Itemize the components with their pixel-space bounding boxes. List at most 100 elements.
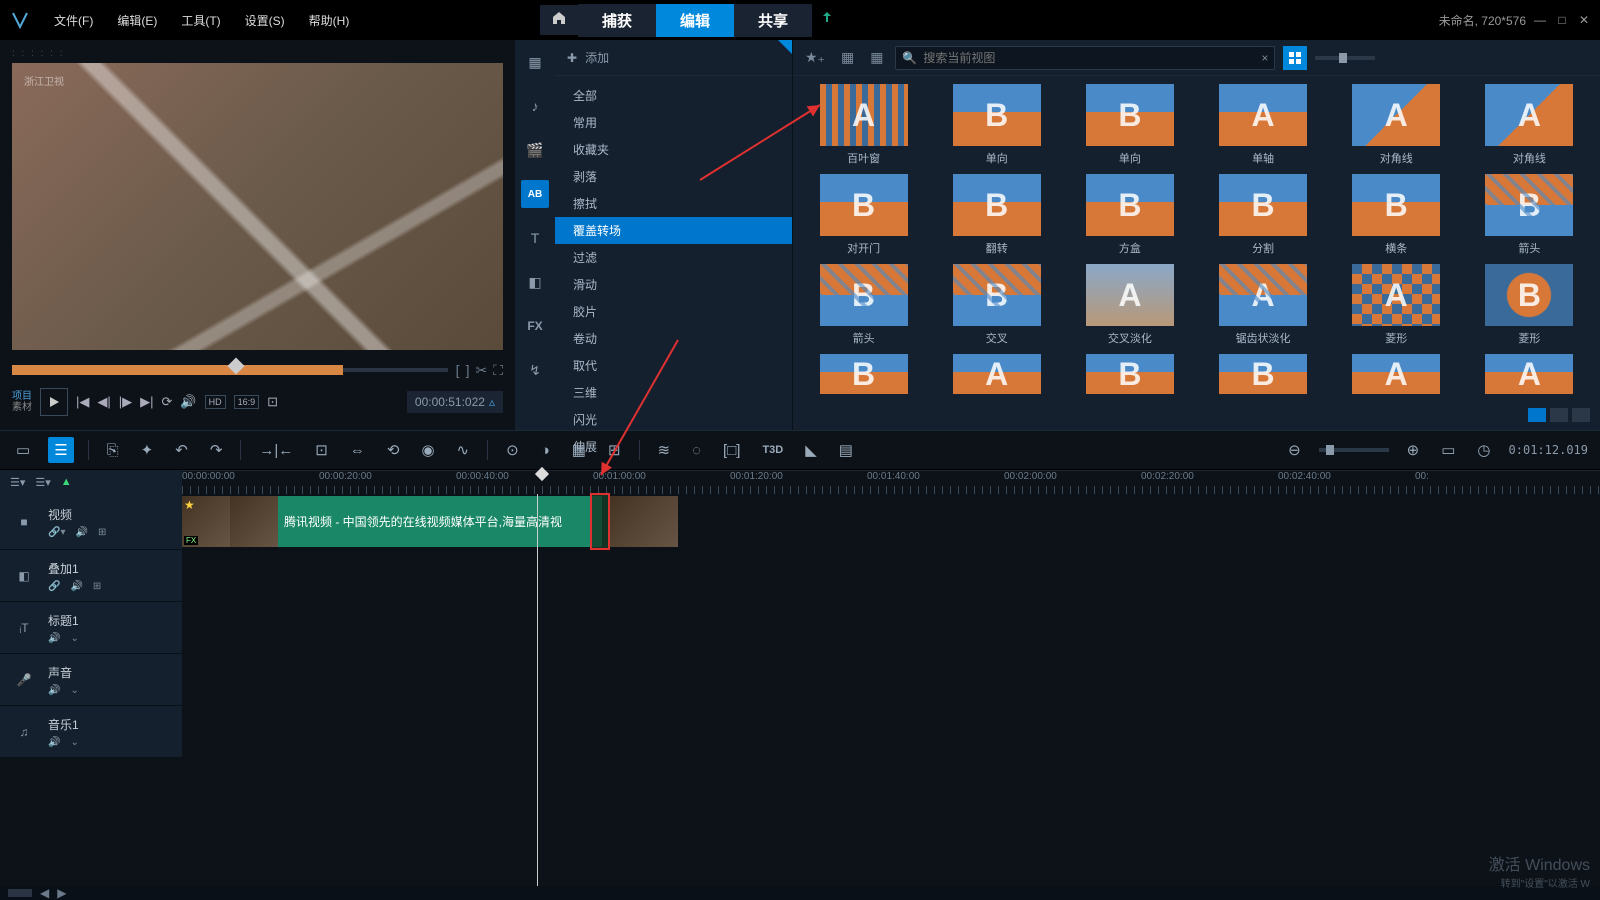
split-screen-icon[interactable]: ⊞: [604, 437, 625, 463]
ruler-playhead-icon[interactable]: [535, 467, 549, 481]
category-item[interactable]: 取代: [555, 352, 792, 379]
zoom-in-icon[interactable]: ⊕: [1403, 437, 1424, 463]
time-ruler[interactable]: 00:00:00:0000:00:20:0000:00:40:0000:01:0…: [182, 470, 1600, 494]
zoom-out-icon[interactable]: ⊖: [1284, 437, 1305, 463]
category-item[interactable]: 卷动: [555, 325, 792, 352]
go-end-icon[interactable]: ▶|: [140, 394, 153, 410]
scroll-left-icon[interactable]: ◀: [40, 886, 49, 900]
category-item[interactable]: 收藏夹: [555, 136, 792, 163]
tab-home[interactable]: [540, 5, 578, 35]
expand-icon[interactable]: ⌄: [70, 685, 78, 696]
category-item[interactable]: 覆盖转场: [555, 217, 792, 244]
multi-view-icon[interactable]: ▦: [568, 437, 590, 463]
transition-thumb[interactable]: [1334, 354, 1459, 394]
upload-icon[interactable]: [812, 5, 842, 35]
blend-icon[interactable]: ◑: [537, 438, 554, 463]
timeline-view-icon[interactable]: ☰: [48, 437, 73, 463]
voice-lane[interactable]: [182, 654, 1600, 705]
tab-capture[interactable]: 捕获: [578, 4, 656, 37]
transition-thumb[interactable]: [1467, 354, 1592, 394]
fit-icon[interactable]: ⊡: [311, 437, 332, 463]
tab-share[interactable]: 共享: [734, 4, 812, 37]
transition-thumb[interactable]: [934, 354, 1059, 394]
transition-thumb[interactable]: 交叉淡化: [1067, 264, 1192, 346]
menu-edit[interactable]: 编辑(E): [107, 8, 167, 33]
preview-timecode[interactable]: 00:00:51:022▵: [407, 391, 503, 413]
mode-project-label[interactable]: 项目: [12, 391, 32, 402]
copy-attr-icon[interactable]: ⎘: [103, 438, 123, 463]
tools-icon[interactable]: ✦: [137, 437, 158, 463]
audio-tool-icon[interactable]: ∿: [453, 437, 474, 463]
motion-icon[interactable]: ≋: [654, 437, 675, 463]
category-item[interactable]: 常用: [555, 109, 792, 136]
redo-icon[interactable]: ↷: [206, 437, 227, 463]
transition-thumb[interactable]: 锯齿状淡化: [1200, 264, 1325, 346]
mark-out-icon[interactable]: ]: [466, 362, 470, 379]
stabilize-icon[interactable]: [□]: [719, 438, 744, 463]
stretch-icon[interactable]: ⇔: [346, 438, 369, 463]
track-opts-icon[interactable]: ☰▾: [35, 476, 50, 489]
transition-thumb[interactable]: 对角线: [1467, 84, 1592, 166]
transition-thumb[interactable]: 翻转: [934, 174, 1059, 256]
category-item[interactable]: 闪光: [555, 406, 792, 433]
step-fwd-icon[interactable]: |▶: [119, 394, 132, 410]
transition-thumb[interactable]: [1200, 354, 1325, 394]
transition-thumb[interactable]: 百叶窗: [801, 84, 926, 166]
category-item[interactable]: 剥落: [555, 163, 792, 190]
category-item[interactable]: 全部: [555, 82, 792, 109]
transitions-rail-icon[interactable]: AB: [521, 180, 549, 208]
rotate-icon[interactable]: ⟲: [383, 437, 404, 463]
menu-tools[interactable]: 工具(T): [171, 8, 230, 33]
transition-thumb[interactable]: 菱形: [1334, 264, 1459, 346]
transition-thumb[interactable]: 横条: [1334, 174, 1459, 256]
category-item[interactable]: 滑动: [555, 271, 792, 298]
menu-file[interactable]: 文件(F): [44, 8, 103, 33]
category-item[interactable]: 三维: [555, 379, 792, 406]
video-clip[interactable]: 腾讯视频 - 中国领先的在线视频媒体平台,海量高清视: [182, 496, 602, 547]
play-button[interactable]: [40, 388, 68, 416]
maximize-button[interactable]: □: [1554, 12, 1570, 28]
transition-thumb[interactable]: 分割: [1200, 174, 1325, 256]
mute-icon[interactable]: 🔊: [48, 633, 60, 644]
music-lane[interactable]: [182, 706, 1600, 757]
transition-thumb[interactable]: 单向: [1067, 84, 1192, 166]
add-media-icon[interactable]: ▦: [837, 47, 858, 68]
chapter-icon[interactable]: ▤: [835, 437, 857, 463]
clear-search-icon[interactable]: ×: [1261, 51, 1268, 65]
step-back-icon[interactable]: ◀|: [97, 394, 110, 410]
transition-thumb[interactable]: 单向: [934, 84, 1059, 166]
color-icon[interactable]: ◉: [417, 437, 438, 463]
category-item[interactable]: 过滤: [555, 244, 792, 271]
loop-icon[interactable]: ⟳: [162, 394, 173, 410]
organize-icon[interactable]: ▦: [866, 47, 887, 68]
scroll-right-icon[interactable]: ▶: [57, 886, 66, 900]
fx-grid-icon[interactable]: ⊞: [93, 581, 101, 592]
title-lane[interactable]: [182, 602, 1600, 653]
volume-icon[interactable]: 🔊: [180, 394, 196, 410]
view-mode-icon[interactable]: [1528, 408, 1546, 422]
expand-icon[interactable]: ⛶: [493, 362, 503, 379]
timeline-scrollbar[interactable]: ◀ ▶: [0, 886, 1600, 900]
video-lane[interactable]: 腾讯视频 - 中国领先的在线视频媒体平台,海量高清视: [182, 494, 1600, 549]
transition-thumb[interactable]: 菱形: [1467, 264, 1592, 346]
search-input[interactable]: [923, 51, 1261, 65]
3d-title-icon[interactable]: T3D: [758, 440, 787, 460]
project-duration-icon[interactable]: ◷: [1473, 437, 1494, 463]
mute-icon[interactable]: 🔊: [48, 737, 60, 748]
video-clip-2[interactable]: [610, 496, 678, 547]
mute-icon[interactable]: 🔊: [70, 581, 82, 592]
view-mode-icon-3[interactable]: [1572, 408, 1590, 422]
hd-toggle[interactable]: HD: [205, 395, 226, 409]
view-mode-icon-2[interactable]: [1550, 408, 1568, 422]
favorite-icon[interactable]: ★₊: [801, 47, 829, 68]
go-start-icon[interactable]: |◀: [76, 394, 89, 410]
mute-icon[interactable]: 🔊: [75, 527, 87, 538]
preview-viewport[interactable]: 浙江卫视: [12, 63, 503, 350]
mute-icon[interactable]: 🔊: [48, 685, 60, 696]
track-motion-icon[interactable]: ◌: [688, 438, 705, 463]
mask-icon[interactable]: ◣: [801, 437, 821, 463]
transition-thumb[interactable]: 对角线: [1334, 84, 1459, 166]
category-item[interactable]: 胶片: [555, 298, 792, 325]
transition-thumb[interactable]: 箭头: [1467, 174, 1592, 256]
track-list-icon[interactable]: ☰▾: [10, 476, 25, 489]
